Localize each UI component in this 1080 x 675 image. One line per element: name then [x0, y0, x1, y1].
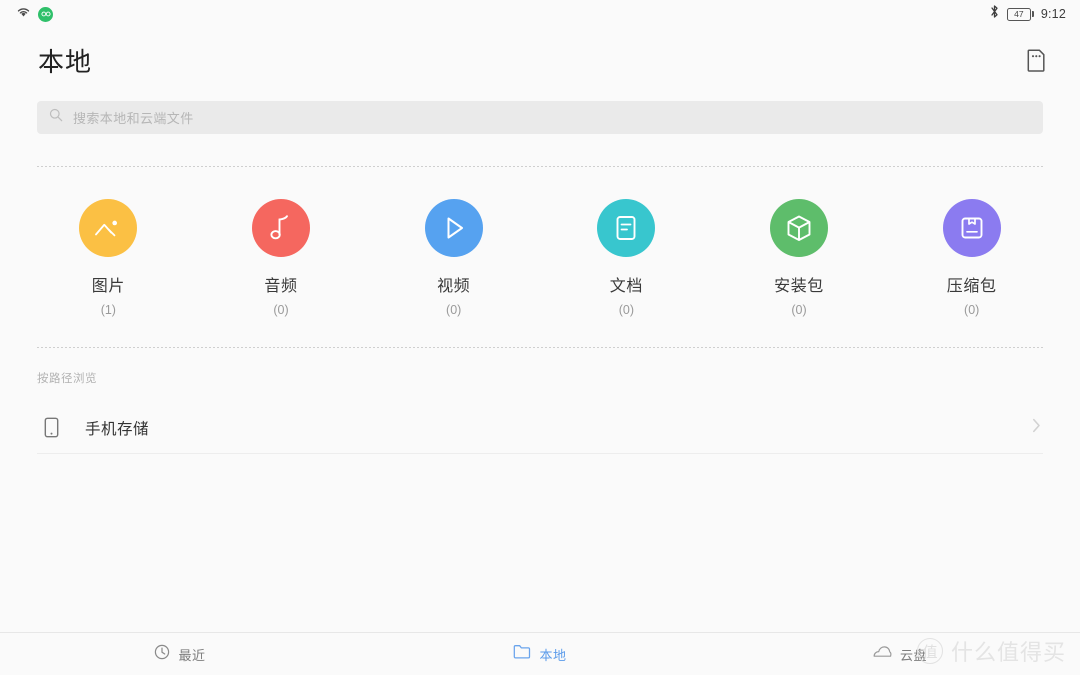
image-icon	[79, 199, 138, 257]
category-audio[interactable]: 音频 (0)	[195, 199, 368, 317]
page-title: 本地	[38, 46, 93, 77]
category-count: (0)	[964, 303, 980, 317]
category-archives[interactable]: 压缩包 (0)	[885, 199, 1058, 317]
document-icon	[597, 199, 656, 257]
search-icon	[49, 108, 63, 127]
category-images[interactable]: 图片 (1)	[22, 199, 195, 317]
chevron-right-icon	[1032, 418, 1041, 438]
category-documents[interactable]: 文档 (0)	[540, 199, 713, 317]
file-manager-screen: 47 9:12 本地 搜索本地和云端文件 图片 (1) 音频 (0) 视频 (0…	[0, 0, 1080, 675]
category-label: 压缩包	[946, 278, 997, 295]
nav-item-label: 最近	[178, 647, 206, 663]
bottom-navigation: 最近 本地 云盘 值 什么值得买	[0, 632, 1080, 675]
archive-box-icon	[942, 199, 1001, 257]
nav-item-label: 本地	[539, 647, 567, 663]
section-label: 按路径浏览	[37, 373, 97, 385]
category-count: (0)	[618, 303, 634, 317]
nav-item-cloud[interactable]: 云盘	[720, 645, 1080, 664]
category-label: 图片	[91, 278, 125, 295]
path-item-label: 手机存储	[85, 420, 150, 438]
bluetooth-icon	[989, 4, 1000, 24]
category-count: (1)	[100, 303, 116, 317]
status-bar-left	[16, 5, 53, 23]
status-clock: 9:12	[1040, 7, 1066, 21]
category-label: 音频	[264, 278, 298, 295]
category-label: 文档	[609, 278, 643, 295]
phone-icon	[37, 417, 65, 438]
clock-icon	[154, 644, 170, 665]
battery-cap-icon	[1031, 11, 1034, 17]
package-cube-icon	[770, 199, 829, 257]
app-header: 本地	[0, 28, 1080, 92]
battery-level: 47	[1006, 7, 1031, 21]
wifi-icon	[16, 5, 31, 23]
search-section: 搜索本地和云端文件	[0, 92, 1080, 134]
cloud-icon	[873, 645, 892, 664]
category-label: 安装包	[774, 278, 824, 295]
category-count: (0)	[791, 303, 807, 317]
category-count: (0)	[446, 303, 462, 317]
category-label: 视频	[437, 278, 471, 295]
folder-icon	[513, 644, 531, 664]
search-placeholder: 搜索本地和云端文件	[73, 111, 194, 126]
status-bar: 47 9:12	[0, 0, 1080, 28]
category-grid: 图片 (1) 音频 (0) 视频 (0) 文档 (0) 安装包 (0) 压缩包 …	[0, 167, 1080, 347]
music-note-icon	[252, 199, 310, 257]
nav-item-label: 云盘	[899, 647, 927, 663]
play-triangle-icon	[424, 199, 483, 257]
battery-icon: 47	[1006, 7, 1034, 21]
category-count: (0)	[273, 303, 289, 317]
nav-item-local[interactable]: 本地	[360, 644, 720, 664]
nav-item-recent[interactable]: 最近	[0, 644, 360, 665]
green-data-badge-icon	[38, 6, 53, 22]
sd-card-storage-icon[interactable]	[1014, 38, 1058, 82]
path-item-phone-storage[interactable]: 手机存储	[37, 402, 1043, 454]
search-input[interactable]: 搜索本地和云端文件	[37, 101, 1043, 134]
browse-by-path-section: 按路径浏览 手机存储	[0, 348, 1080, 454]
category-video[interactable]: 视频 (0)	[367, 199, 540, 317]
category-packages[interactable]: 安装包 (0)	[713, 199, 886, 317]
status-bar-right: 47 9:12	[989, 4, 1066, 24]
